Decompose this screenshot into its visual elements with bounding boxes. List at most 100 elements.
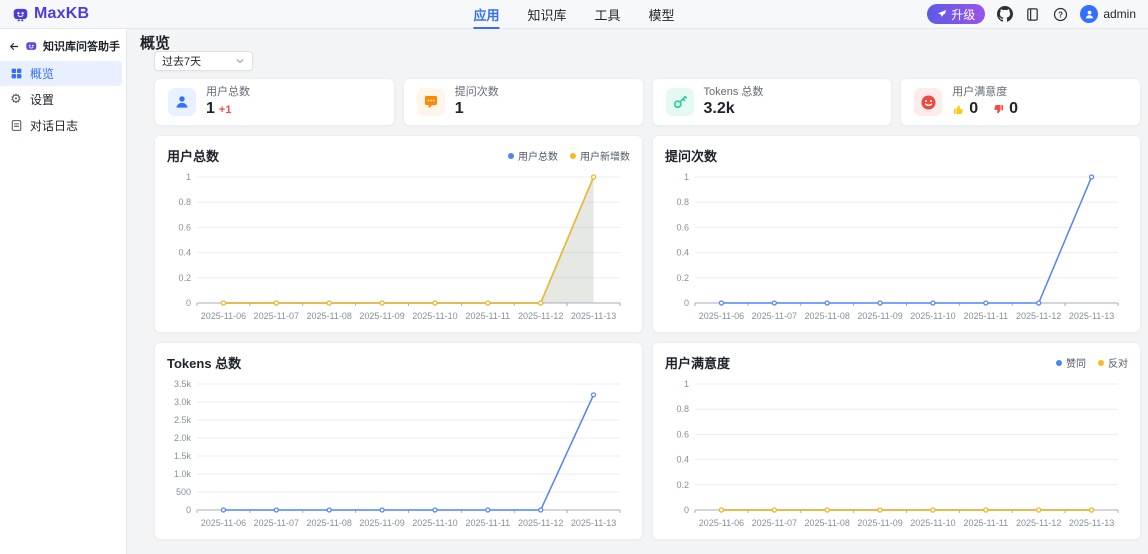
stat-card-question-count: 提问次数 1 xyxy=(402,78,644,126)
date-range-select[interactable]: 过去7天 xyxy=(154,51,253,71)
legend-item[interactable]: 反对 xyxy=(1098,355,1128,370)
satisfaction-chart: 0 0.2 0.4 0.6 0.8 1 2025-11-06 2025-11-07 2025-1… xyxy=(676,379,1119,528)
maxkb-logo[interactable]: MaxKB xyxy=(12,5,89,23)
chart-title: 用户总数 xyxy=(167,149,220,164)
sidebar-item-settings[interactable]: ⚙ 设置 xyxy=(0,87,122,112)
chat-icon xyxy=(416,88,445,116)
stat-label: 提问次数 xyxy=(454,86,499,98)
svg-text:0.6: 0.6 xyxy=(676,429,689,439)
svg-text:2025-11-10: 2025-11-10 xyxy=(910,311,955,321)
github-icon[interactable] xyxy=(996,6,1013,23)
chart-legend: 用户总数 用户新增数 xyxy=(508,148,630,163)
overview-content: 过去7天 用户总数 1 +1 提问次数 1 Tokens 总数 3.2k 用户满… xyxy=(154,51,1141,540)
username: admin xyxy=(1103,7,1136,21)
svg-text:0.8: 0.8 xyxy=(676,404,689,414)
legend-item[interactable]: 用户总数 xyxy=(508,148,558,163)
sidebar-header: 知识库问答助手 xyxy=(0,34,126,60)
svg-text:2025-11-10: 2025-11-10 xyxy=(412,518,457,528)
svg-text:2025-11-08: 2025-11-08 xyxy=(805,518,850,528)
svg-text:?: ? xyxy=(1058,10,1063,19)
svg-text:2025-11-10: 2025-11-10 xyxy=(412,311,457,321)
legend-item[interactable]: 用户新增数 xyxy=(570,148,630,163)
tab-knowledge-base[interactable]: 知识库 xyxy=(527,0,566,29)
svg-text:2025-11-09: 2025-11-09 xyxy=(359,518,404,528)
svg-text:2025-11-11: 2025-11-11 xyxy=(465,518,510,528)
svg-text:2025-11-06: 2025-11-06 xyxy=(699,518,744,528)
svg-text:2025-11-12: 2025-11-12 xyxy=(518,311,563,321)
svg-text:2025-11-09: 2025-11-09 xyxy=(857,311,902,321)
svg-text:0: 0 xyxy=(684,505,689,515)
back-arrow-icon xyxy=(10,42,19,50)
dislike-count: 0 xyxy=(1009,100,1019,117)
chart-panel-satisfaction: 用户满意度 赞同 反对 0 0.2 0.4 0.6 0.8 1 2025-11-06 2025-… xyxy=(652,342,1141,540)
svg-text:2025-11-12: 2025-11-12 xyxy=(518,518,563,528)
svg-text:2025-11-08: 2025-11-08 xyxy=(307,518,352,528)
svg-text:2025-11-07: 2025-11-07 xyxy=(752,518,797,528)
stat-label: 用户总数 xyxy=(206,86,250,98)
svg-text:0.2: 0.2 xyxy=(178,273,191,283)
back-button[interactable] xyxy=(7,38,20,54)
stat-label: Tokens 总数 xyxy=(703,86,764,98)
chart-title: 用户满意度 xyxy=(665,356,731,371)
sidebar-item-label: 概览 xyxy=(30,67,55,81)
help-icon[interactable]: ? xyxy=(1052,6,1069,23)
svg-text:500: 500 xyxy=(176,487,191,497)
svg-text:2025-11-07: 2025-11-07 xyxy=(254,518,299,528)
svg-text:2025-11-13: 2025-11-13 xyxy=(1069,518,1114,528)
svg-text:2025-11-13: 2025-11-13 xyxy=(571,518,616,528)
tab-models[interactable]: 模型 xyxy=(649,0,675,29)
legend-label: 反对 xyxy=(1108,359,1128,370)
svg-text:0.2: 0.2 xyxy=(676,273,689,283)
legend-dot xyxy=(508,152,514,159)
stat-info: 提问次数 1 xyxy=(455,86,499,118)
stat-value: 1 xyxy=(454,100,464,117)
sidebar: 知识库问答助手 概览 ⚙ 设置 对话日志 xyxy=(0,29,127,554)
thumbs-down-icon xyxy=(994,104,1004,113)
stat-card-satisfaction: 用户满意度 0 0 xyxy=(900,78,1141,126)
robot-logo-icon xyxy=(13,8,28,21)
legend-item[interactable]: 赞同 xyxy=(1056,355,1086,370)
stat-card-total-users: 用户总数 1 +1 xyxy=(154,78,395,126)
svg-text:0.8: 0.8 xyxy=(676,197,689,207)
legend-label: 赞同 xyxy=(1066,359,1086,370)
stat-label: 用户满意度 xyxy=(952,86,1008,98)
tab-applications[interactable]: 应用 xyxy=(473,0,500,29)
avatar xyxy=(1080,5,1099,23)
svg-text:2025-11-11: 2025-11-11 xyxy=(465,311,510,321)
total-users-chart: 0 0.2 0.4 0.6 0.8 1 2025-11-06 2025-11-07 2025-1… xyxy=(178,172,621,321)
svg-text:2025-11-08: 2025-11-08 xyxy=(805,311,850,321)
svg-text:1.0k: 1.0k xyxy=(174,469,192,479)
chevron-down-icon xyxy=(236,59,244,64)
chart-title: 提问次数 xyxy=(665,149,718,164)
sidebar-item-chat-logs[interactable]: 对话日志 xyxy=(0,113,122,138)
svg-text:0.2: 0.2 xyxy=(676,480,689,490)
help-glyph: ? xyxy=(1054,7,1068,21)
svg-text:0: 0 xyxy=(684,298,689,308)
svg-text:1: 1 xyxy=(186,172,191,182)
stat-value: 3.2k xyxy=(703,100,735,117)
svg-text:2025-11-11: 2025-11-11 xyxy=(963,518,1008,528)
chart-panel-total-users: 用户总数 用户总数 用户新增数 0 0.2 0.4 0.6 0.8 1 2025-11-06 2… xyxy=(154,135,643,333)
navbar-right-cluster: 升级 ? admin xyxy=(927,4,1136,24)
legend-label: 用户总数 xyxy=(518,152,558,163)
svg-text:0.6: 0.6 xyxy=(178,222,191,232)
date-range-value: 过去7天 xyxy=(162,56,202,68)
svg-text:2025-11-07: 2025-11-07 xyxy=(752,311,797,321)
sidebar-item-overview[interactable]: 概览 xyxy=(0,61,122,86)
stat-info: Tokens 总数 3.2k xyxy=(704,86,764,118)
github-glyph xyxy=(996,6,1013,22)
svg-text:1.5k: 1.5k xyxy=(174,451,192,461)
user-menu[interactable]: admin xyxy=(1080,5,1136,23)
tab-tools[interactable]: 工具 xyxy=(595,0,621,29)
docs-glyph xyxy=(1027,7,1039,21)
legend-dot xyxy=(570,152,576,159)
docs-icon[interactable] xyxy=(1024,6,1041,23)
upgrade-button[interactable]: 升级 xyxy=(927,4,986,24)
legend-dot xyxy=(1056,359,1062,366)
svg-text:2025-11-11: 2025-11-11 xyxy=(963,311,1008,321)
svg-text:2025-11-12: 2025-11-12 xyxy=(1016,311,1061,321)
top-navbar: MaxKB 应用 知识库 工具 模型 升级 ? admin xyxy=(0,0,1148,29)
svg-text:2025-11-09: 2025-11-09 xyxy=(857,518,902,528)
svg-text:2025-11-13: 2025-11-13 xyxy=(571,311,616,321)
svg-text:0.6: 0.6 xyxy=(676,222,689,232)
